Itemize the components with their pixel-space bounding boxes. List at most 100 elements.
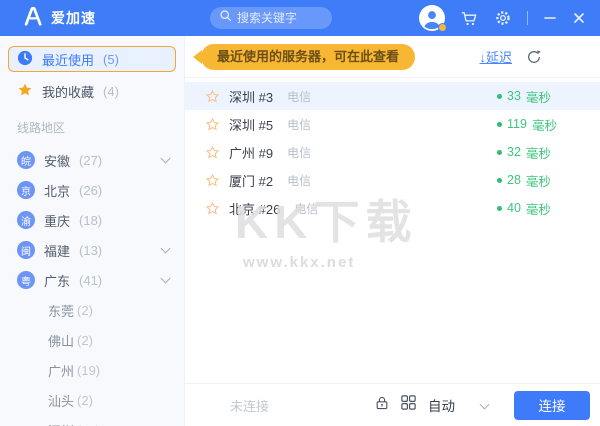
province-badge: 粤: [17, 271, 35, 289]
latency-unit: 毫秒: [525, 90, 551, 105]
server-latency: 33 毫秒: [497, 87, 600, 106]
server-row[interactable]: 广州 #9 电信 32 毫秒: [185, 138, 600, 166]
main-panel: 最近使用的服务器，可在此查看 ↓延迟 深圳 #3 电信 33 毫秒 深圳 #5 …: [185, 36, 600, 426]
sidebar-item-label: 我的收藏: [42, 84, 95, 100]
server-carrier: 电信: [287, 173, 312, 188]
favorite-star-icon[interactable]: [205, 201, 220, 216]
favorite-star-icon[interactable]: [205, 173, 220, 188]
cart-icon[interactable]: [460, 9, 479, 28]
server-row[interactable]: 厦门 #2 电信 28 毫秒: [185, 166, 600, 194]
server-name: 广州 #9: [229, 145, 274, 161]
server-name: 北京 #26: [229, 201, 281, 217]
region-label: 广东: [44, 273, 71, 289]
server-latency: 119 毫秒: [497, 115, 600, 134]
sidebar-region-anhui[interactable]: 皖 安徽 (27): [0, 145, 184, 175]
latency-unit: 毫秒: [525, 146, 551, 161]
city-count: (2): [77, 302, 93, 318]
city-count: (19): [77, 362, 101, 378]
server-name: 厦门 #2: [229, 173, 274, 189]
latency-value: 32: [507, 145, 521, 159]
close-button[interactable]: [572, 11, 586, 25]
recent-servers-banner: 最近使用的服务器，可在此查看: [201, 43, 416, 70]
sort-by-latency[interactable]: ↓延迟: [479, 47, 512, 66]
sidebar-item-favorites[interactable]: 我的收藏 (4): [0, 76, 184, 106]
chevron-down-icon: [160, 273, 171, 283]
sidebar-item-count: (5): [103, 51, 119, 67]
chevron-down-icon: [479, 399, 490, 409]
server-carrier: 电信: [294, 201, 319, 216]
list-header: 最近使用的服务器，可在此查看 ↓延迟: [185, 36, 600, 78]
sidebar-city-dongguan[interactable]: 东莞 (2): [0, 295, 184, 325]
server-latency: 40 毫秒: [497, 199, 600, 218]
favorite-star-icon[interactable]: [205, 89, 220, 104]
region-label: 安徽: [44, 153, 71, 169]
grid-mode-icon[interactable]: [400, 394, 417, 416]
city-label: 汕头: [48, 393, 75, 409]
sidebar-city-guangzhou[interactable]: 广州 (19): [0, 355, 184, 385]
app-logo: 爱加速: [0, 5, 185, 32]
sidebar-item-label: 最近使用: [42, 52, 95, 68]
sidebar-city-foshan[interactable]: 佛山 (2): [0, 325, 184, 355]
favorite-star-icon[interactable]: [205, 117, 220, 132]
server-row[interactable]: 北京 #26 电信 40 毫秒: [185, 194, 600, 222]
gear-icon[interactable]: [494, 9, 512, 27]
refresh-icon[interactable]: [526, 49, 542, 65]
city-count: (2): [77, 332, 93, 348]
server-latency: 28 毫秒: [497, 171, 600, 190]
titlebar-controls: [419, 5, 600, 32]
city-label: 广州: [48, 363, 75, 379]
user-avatar[interactable]: [419, 5, 447, 32]
server-row[interactable]: 深圳 #5 电信 119 毫秒: [185, 110, 600, 138]
city-label: 佛山: [48, 333, 75, 349]
server-name: 深圳 #3: [229, 89, 274, 105]
connect-button[interactable]: 连接: [514, 390, 590, 420]
search-box[interactable]: [210, 7, 332, 29]
app-window: 爱加速 搜索关键字 最近使用 (5) 我的收藏 (4) 线路地区 皖 安徽 (2…: [0, 0, 600, 426]
lock-icon[interactable]: [374, 395, 390, 416]
server-carrier: 电信: [287, 145, 312, 160]
latency-dot: [497, 93, 502, 99]
mode-label: 自动: [428, 399, 455, 414]
watermark-url: www.kkx.net: [243, 254, 356, 271]
region-count: (18): [79, 212, 103, 228]
clock-icon: [17, 50, 33, 69]
latency-value: 119: [507, 117, 527, 131]
minimize-button[interactable]: [543, 11, 557, 25]
server-latency: 32 毫秒: [497, 143, 600, 162]
sidebar-item-count: (4): [103, 83, 119, 99]
latency-dot: [497, 121, 502, 127]
app-title: 爱加速: [51, 10, 96, 26]
region-label: 重庆: [44, 213, 71, 229]
search-input[interactable]: [237, 11, 323, 25]
sidebar-city-shantou[interactable]: 汕头 (2): [0, 385, 184, 415]
titlebar: 爱加速: [0, 0, 600, 36]
sidebar-region-beijing[interactable]: 京 北京 (26): [0, 175, 184, 205]
sidebar: 最近使用 (5) 我的收藏 (4) 线路地区 皖 安徽 (27) 京 北京 (2…: [0, 36, 185, 426]
province-badge: 皖: [17, 151, 35, 169]
sidebar-region-fujian[interactable]: 闽 福建 (13): [0, 235, 184, 265]
sidebar-region-guangdong[interactable]: 粤 广东 (41): [0, 265, 184, 295]
region-count: (13): [79, 242, 103, 258]
sidebar-city-shenzhen[interactable]: 深圳 (14): [0, 415, 184, 426]
chevron-down-icon: [160, 243, 171, 253]
latency-dot: [497, 205, 502, 211]
server-name: 深圳 #5: [229, 117, 274, 133]
favorite-star-icon[interactable]: [205, 145, 220, 160]
region-label: 福建: [44, 243, 71, 259]
server-carrier: 电信: [287, 89, 312, 104]
mode-selector[interactable]: 自动: [374, 394, 490, 416]
chevron-down-icon: [160, 153, 171, 163]
city-count: (14): [77, 423, 100, 426]
star-icon: [17, 82, 33, 101]
latency-unit: 毫秒: [525, 202, 551, 217]
region-label: 北京: [44, 183, 71, 199]
latency-dot: [497, 177, 502, 183]
region-count: (26): [79, 182, 103, 198]
sidebar-region-chongqing[interactable]: 渝 重庆 (18): [0, 205, 184, 235]
server-row[interactable]: 深圳 #3 电信 33 毫秒: [185, 82, 600, 110]
latency-unit: 毫秒: [531, 118, 557, 133]
latency-value: 28: [507, 173, 521, 187]
latency-dot: [497, 149, 502, 155]
sidebar-item-recent[interactable]: 最近使用 (5): [8, 46, 176, 72]
connection-bar: 未连接 自动 连接: [185, 383, 600, 426]
